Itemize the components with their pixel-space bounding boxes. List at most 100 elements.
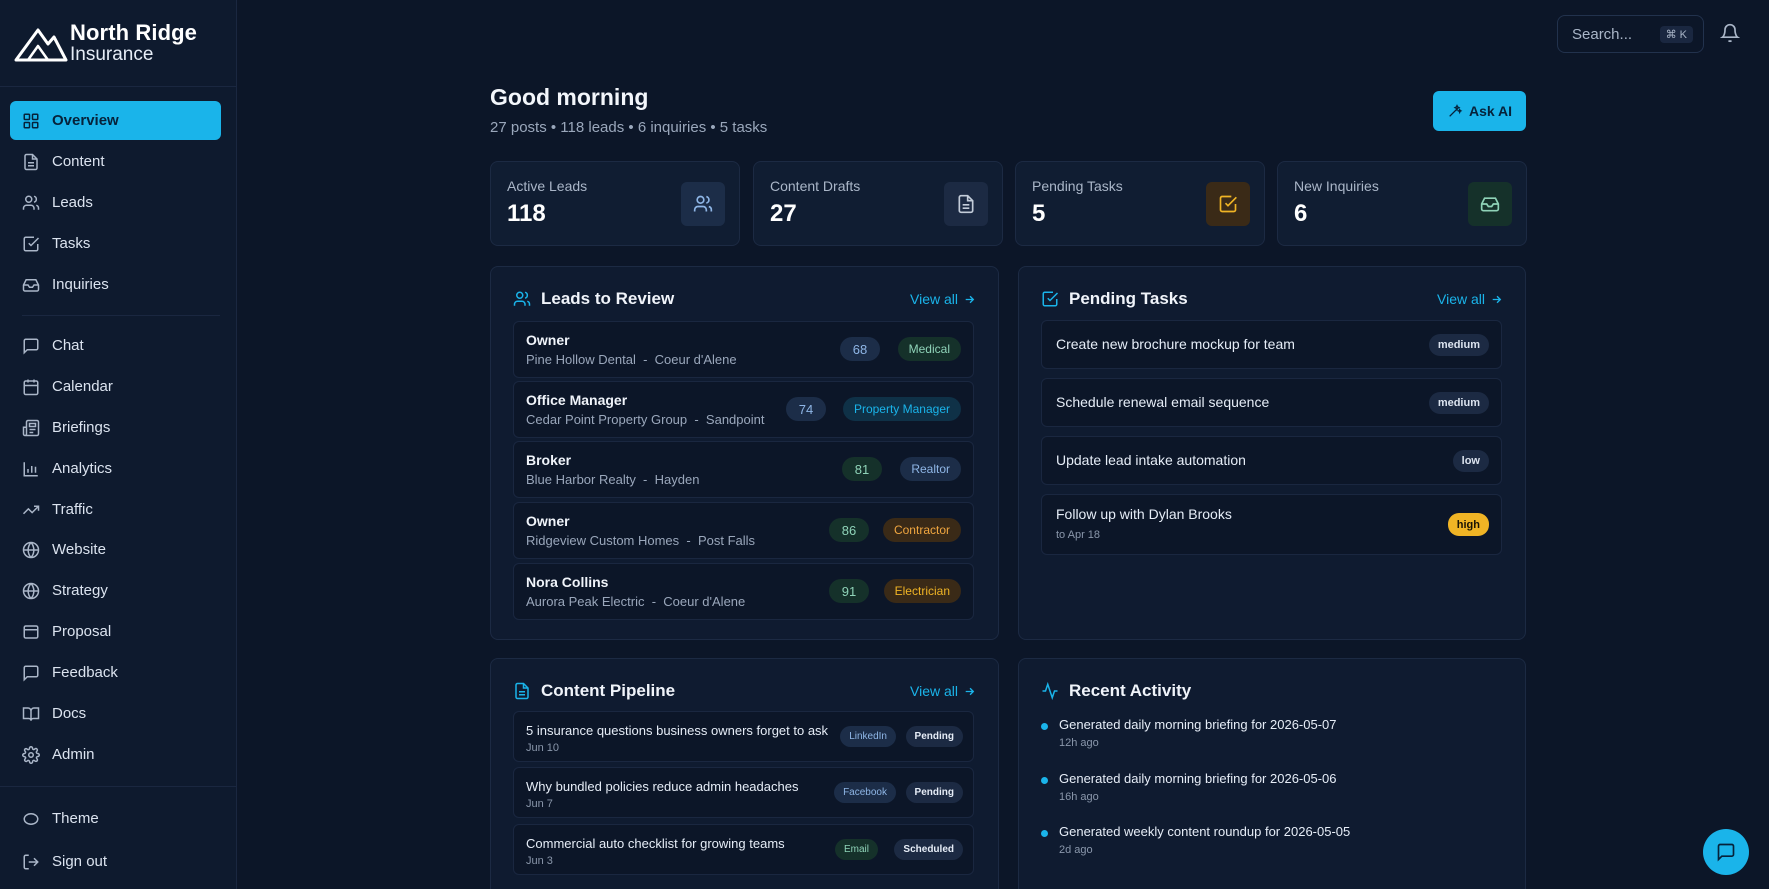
lead-row[interactable]: Nora Collins Aurora Peak Electric - Coeu… <box>513 563 974 620</box>
channel-chip: Facebook <box>834 782 896 803</box>
sidebar-item-leads[interactable]: Leads <box>10 183 221 222</box>
chat-fab-button[interactable] <box>1703 829 1749 875</box>
sign-out-button[interactable]: Sign out <box>10 842 221 881</box>
sidebar-item-website[interactable]: Website <box>10 530 221 569</box>
view-all-label: View all <box>910 291 958 307</box>
sidebar-item-overview[interactable]: Overview <box>10 101 221 140</box>
task-row[interactable]: Create new brochure mockup for team medi… <box>1041 320 1502 369</box>
sidebar-item-docs[interactable]: Docs <box>10 694 221 733</box>
tasks-title: Pending Tasks <box>1069 289 1188 308</box>
brand-logo[interactable]: North Ridge Insurance <box>14 22 197 64</box>
bar-chart-icon <box>22 460 40 478</box>
sidebar-item-label: Traffic <box>52 501 93 518</box>
lead-tag: Medical <box>897 337 961 361</box>
content-date: Jun 10 <box>526 742 560 754</box>
activity-time: 2d ago <box>1059 844 1093 856</box>
content-row[interactable]: Why bundled policies reduce admin headac… <box>513 767 974 818</box>
activity-text: Generated daily morning briefing for 202… <box>1059 771 1337 786</box>
task-row[interactable]: Follow up with Dylan Brooks to Apr 18 hi… <box>1041 494 1502 555</box>
stat-card-new-inquiries[interactable]: New Inquiries 6 <box>1277 161 1527 246</box>
sidebar-item-traffic[interactable]: Traffic <box>10 490 221 529</box>
sidebar-item-calendar[interactable]: Calendar <box>10 367 221 406</box>
lead-location: Post Falls <box>697 533 756 548</box>
activity-time: 16h ago <box>1059 791 1099 803</box>
inbox-icon <box>22 276 40 294</box>
stat-value: 5 <box>1032 200 1046 227</box>
activity-title: Recent Activity <box>1069 681 1192 700</box>
content-row[interactable]: 5 insurance questions business owners fo… <box>513 711 974 762</box>
priority-badge: medium <box>1428 392 1489 414</box>
document-icon <box>944 182 988 226</box>
content-date: Jun 3 <box>526 855 553 867</box>
sidebar-item-content[interactable]: Content <box>10 142 221 181</box>
task-title: Follow up with Dylan Brooks <box>1056 506 1232 522</box>
search-input[interactable]: Search... ⌘ K <box>1557 15 1704 53</box>
stat-label: Active Leads <box>507 178 588 194</box>
bell-icon[interactable] <box>1719 23 1741 43</box>
leads-panel: Leads to Review View all Owner Pine Holl… <box>490 266 999 640</box>
inbox-icon <box>1468 182 1512 226</box>
stat-card-active-leads[interactable]: Active Leads 118 <box>490 161 740 246</box>
lead-row[interactable]: Broker Blue Harbor Realty - Hayden 81 Re… <box>513 441 974 498</box>
message-square-icon <box>22 664 40 682</box>
ask-ai-button[interactable]: Ask AI <box>1433 91 1526 131</box>
sidebar-item-admin[interactable]: Admin <box>10 735 221 774</box>
lead-score-badge: 81 <box>842 457 882 481</box>
sparkle-wand-icon <box>1449 104 1463 117</box>
users-icon <box>22 194 40 212</box>
content-row[interactable]: Commercial auto checklist for growing te… <box>513 824 974 875</box>
content-view-all-link[interactable]: View all <box>910 683 976 699</box>
task-row[interactable]: Update lead intake automation low <box>1041 436 1502 485</box>
sidebar-item-label: Calendar <box>52 378 113 395</box>
leads-view-all-link[interactable]: View all <box>910 291 976 307</box>
task-row[interactable]: Schedule renewal email sequence medium <box>1041 378 1502 427</box>
sidebar-item-label: Website <box>52 541 106 558</box>
arrow-right-icon <box>965 687 975 695</box>
globe-icon <box>22 582 40 600</box>
content-title: Commercial auto checklist for growing te… <box>526 836 785 851</box>
lead-score-badge: 86 <box>829 518 869 542</box>
sidebar-item-analytics[interactable]: Analytics <box>10 449 221 488</box>
lead-company-name: Ridgeview Custom Homes <box>526 533 680 548</box>
page-title: Good morning <box>490 84 649 110</box>
lead-row[interactable]: Office Manager Cedar Point Property Grou… <box>513 381 974 438</box>
activity-text: Generated weekly content roundup for 202… <box>1059 824 1351 839</box>
check-square-icon <box>1206 182 1250 226</box>
sidebar-item-label: Feedback <box>52 664 118 681</box>
stat-value: 27 <box>770 200 797 227</box>
view-all-label: View all <box>910 683 958 699</box>
activity-dot <box>1041 830 1048 837</box>
sidebar-item-inquiries[interactable]: Inquiries <box>10 265 221 304</box>
sidebar-item-tasks[interactable]: Tasks <box>10 224 221 263</box>
panel-title: Pending Tasks <box>1041 289 1188 309</box>
tasks-view-all-link[interactable]: View all <box>1437 291 1503 307</box>
lead-title: Owner <box>526 332 570 348</box>
theme-toggle[interactable]: Theme <box>10 799 221 838</box>
sidebar-item-label: Overview <box>52 112 119 129</box>
grid-icon <box>22 112 40 130</box>
lead-location: Hayden <box>654 472 700 487</box>
content-pipeline-panel: Content Pipeline View all 5 insurance qu… <box>490 658 999 889</box>
lead-row[interactable]: Owner Ridgeview Custom Homes - Post Fall… <box>513 502 974 559</box>
recent-activity-panel: Recent Activity Generated daily morning … <box>1018 658 1526 889</box>
content-date: Jun 7 <box>526 798 553 810</box>
sidebar-item-briefings[interactable]: Briefings <box>10 408 221 447</box>
sidebar-item-label: Content <box>52 153 105 170</box>
sidebar-item-strategy[interactable]: Strategy <box>10 571 221 610</box>
activity-pulse-icon <box>1042 682 1058 700</box>
window-icon <box>22 623 40 641</box>
status-badge: Scheduled <box>894 839 963 860</box>
newspaper-icon <box>22 419 40 437</box>
activity-time: 12h ago <box>1059 737 1099 749</box>
lead-company: Aurora Peak Electric - Coeur d'Alene <box>526 594 746 609</box>
stat-card-content-drafts[interactable]: Content Drafts 27 <box>753 161 1003 246</box>
sidebar-item-feedback[interactable]: Feedback <box>10 653 221 692</box>
users-icon <box>681 182 725 226</box>
sidebar-item-proposal[interactable]: Proposal <box>10 612 221 651</box>
stat-card-pending-tasks[interactable]: Pending Tasks 5 <box>1015 161 1265 246</box>
panel-title: Leads to Review <box>513 289 674 309</box>
lead-row[interactable]: Owner Pine Hollow Dental - Coeur d'Alene… <box>513 321 974 378</box>
sidebar-item-chat[interactable]: Chat <box>10 326 221 365</box>
content-title: Why bundled policies reduce admin headac… <box>526 779 799 794</box>
lead-tag: Contractor <box>882 518 961 542</box>
